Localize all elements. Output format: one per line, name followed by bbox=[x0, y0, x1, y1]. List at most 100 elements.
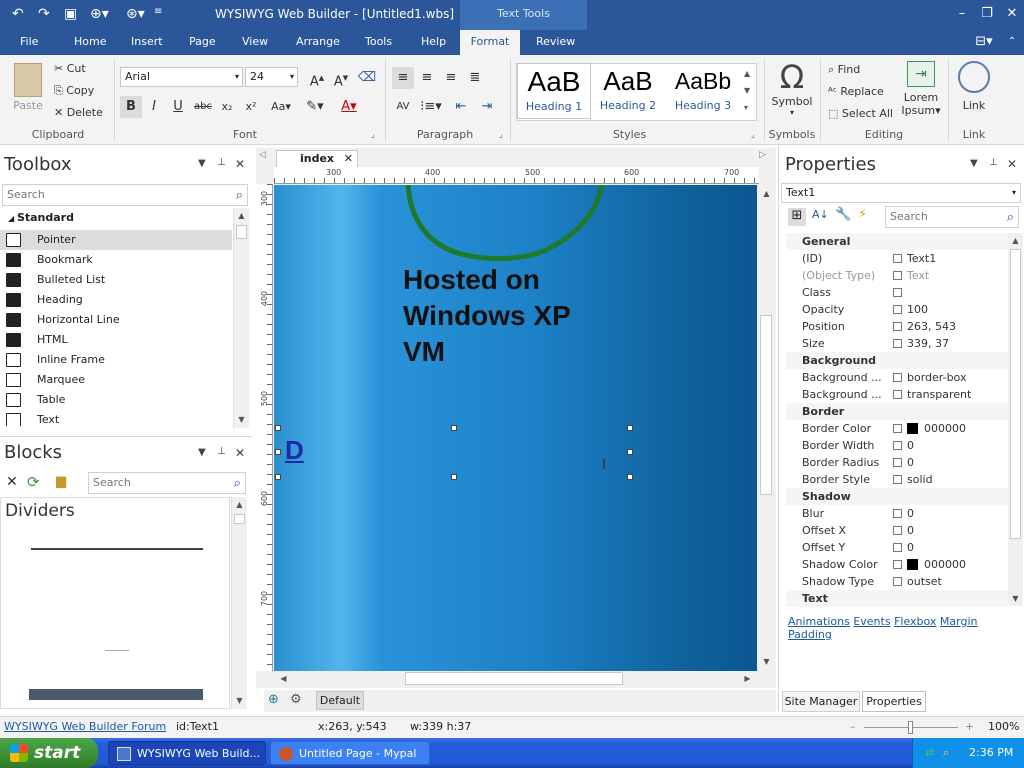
page-canvas[interactable]: Hosted on Windows XP VM D I bbox=[274, 185, 757, 671]
tab-home[interactable]: Home bbox=[64, 30, 116, 55]
blocks-category-dividers[interactable]: Dividers bbox=[5, 501, 75, 521]
toolbox-scrollbar[interactable]: ▲ ▼ bbox=[233, 208, 249, 428]
page-tab-default[interactable]: Default bbox=[316, 691, 364, 710]
object-select[interactable]: Text1 ▾ bbox=[781, 183, 1021, 203]
close-tab-icon[interactable]: ✕ bbox=[344, 151, 353, 167]
style-heading-1[interactable]: AaB Heading 1 bbox=[517, 63, 591, 119]
property-row[interactable]: Background ... transparent bbox=[786, 386, 1008, 403]
tab-format[interactable]: Format bbox=[460, 30, 520, 55]
property-row[interactable]: Class bbox=[786, 284, 1008, 301]
delete-button[interactable]: ✕ Delete bbox=[54, 106, 103, 119]
tab-page[interactable]: Page bbox=[179, 30, 226, 55]
align-center-icon[interactable]: ≡ bbox=[416, 67, 438, 89]
preview-icon[interactable]: ⊕▾ bbox=[90, 6, 109, 22]
link-animations[interactable]: Animations bbox=[788, 615, 850, 628]
save-icon[interactable]: ▣ bbox=[64, 6, 77, 22]
property-value[interactable]: 339, 37 bbox=[907, 335, 949, 352]
edit-box-icon[interactable] bbox=[893, 254, 902, 263]
search-tray-icon[interactable]: ⌕ bbox=[943, 738, 949, 768]
link-margin[interactable]: Margin bbox=[940, 615, 978, 628]
start-button[interactable]: start bbox=[0, 738, 98, 768]
color-swatch[interactable] bbox=[907, 559, 918, 570]
tab-site-manager[interactable]: Site Manager bbox=[782, 691, 860, 712]
toolbox-menu-icon[interactable]: ▼ bbox=[198, 158, 206, 169]
edit-box-icon[interactable] bbox=[893, 390, 902, 399]
style-heading-2[interactable]: AaB Heading 2 bbox=[591, 63, 665, 119]
wrench-icon[interactable]: 🔧 bbox=[835, 207, 851, 222]
font-size-select[interactable]: 24 ▾ bbox=[245, 67, 298, 87]
property-row[interactable]: Size 339, 37 bbox=[786, 335, 1008, 352]
lorem-ipsum-button[interactable]: ⇥ Lorem Ipsum▾ bbox=[900, 61, 942, 117]
paragraph-dialog-icon[interactable]: ⌟ bbox=[499, 130, 503, 139]
toolbox-item-bookmark[interactable]: Bookmark bbox=[0, 250, 232, 270]
decrease-indent-icon[interactable]: ⇤ bbox=[450, 96, 472, 118]
property-row[interactable]: Opacity 100 bbox=[786, 301, 1008, 318]
line-spacing-icon[interactable]: ⁝≡▾ bbox=[416, 96, 446, 118]
collapse-ribbon-icon[interactable]: ⌃ bbox=[1000, 32, 1024, 52]
toolbox-item-html[interactable]: HTML bbox=[0, 330, 232, 350]
tab-properties[interactable]: Properties bbox=[862, 691, 926, 712]
align-right-icon[interactable]: ≡ bbox=[440, 67, 462, 89]
change-case-button[interactable]: Aa▾ bbox=[267, 96, 295, 118]
sort-az-icon[interactable]: A↓ bbox=[812, 208, 829, 221]
increase-indent-icon[interactable]: ⇥ bbox=[476, 96, 498, 118]
close-icon[interactable]: ✕ bbox=[1000, 4, 1024, 24]
toolbox-item-horizontal-line[interactable]: Horizontal Line bbox=[0, 310, 232, 330]
categorized-icon[interactable]: ⊞ bbox=[788, 208, 806, 226]
edit-box-icon[interactable] bbox=[893, 509, 902, 518]
property-value[interactable]: Text bbox=[907, 267, 929, 284]
property-value[interactable]: transparent bbox=[907, 386, 971, 403]
resize-handle[interactable] bbox=[275, 425, 281, 431]
text1-object[interactable]: D bbox=[285, 435, 304, 466]
copy-button[interactable]: ⎘ Copy bbox=[54, 84, 94, 98]
edit-box-icon[interactable] bbox=[893, 339, 902, 348]
divider-preview-3[interactable] bbox=[29, 689, 203, 700]
lightning-icon[interactable]: ⚡ bbox=[858, 207, 867, 222]
customize-icon[interactable]: ≡ bbox=[154, 6, 162, 17]
justify-icon[interactable]: ≣ bbox=[464, 67, 486, 89]
blocks-pin-icon[interactable]: ⊥ bbox=[217, 446, 226, 457]
property-row[interactable]: Border Style solid bbox=[786, 471, 1008, 488]
blocks-menu-icon[interactable]: ▼ bbox=[198, 447, 206, 458]
cut-button[interactable]: ✂ Cut bbox=[54, 62, 86, 75]
align-left-icon[interactable]: ≡ bbox=[392, 67, 414, 89]
toolbox-item-inline-frame[interactable]: Inline Frame bbox=[0, 350, 232, 370]
toolbox-item-heading[interactable]: Heading bbox=[0, 290, 232, 310]
delete-block-icon[interactable]: ✕ bbox=[6, 474, 18, 490]
divider-preview-1[interactable] bbox=[31, 548, 203, 550]
tab-help[interactable]: Help bbox=[411, 30, 456, 55]
edit-box-icon[interactable] bbox=[893, 322, 902, 331]
tab-tools[interactable]: Tools bbox=[355, 30, 402, 55]
superscript-button[interactable]: x² bbox=[240, 96, 262, 118]
styles-dialog-icon[interactable]: ⌟ bbox=[751, 130, 755, 139]
property-value[interactable]: outset bbox=[907, 573, 942, 590]
property-category[interactable]: Background bbox=[786, 352, 1008, 369]
resize-handle[interactable] bbox=[451, 425, 457, 431]
letter-spacing-icon[interactable]: AV bbox=[392, 96, 414, 118]
resize-handle[interactable] bbox=[627, 474, 633, 480]
resize-handle[interactable] bbox=[275, 474, 281, 480]
toolbox-item-bulleted-list[interactable]: Bulleted List bbox=[0, 270, 232, 290]
resize-handle[interactable] bbox=[275, 449, 281, 455]
property-row[interactable]: Border Color 000000 bbox=[786, 420, 1008, 437]
edit-box-icon[interactable] bbox=[893, 271, 902, 280]
property-value[interactable]: 100 bbox=[907, 301, 928, 318]
edit-box-icon[interactable] bbox=[893, 526, 902, 535]
property-value[interactable]: 0 bbox=[907, 522, 914, 539]
page-settings-icon[interactable]: ⚙ bbox=[290, 692, 302, 707]
toolbox-close-icon[interactable]: ✕ bbox=[235, 157, 245, 171]
edit-box-icon[interactable] bbox=[893, 458, 902, 467]
zoom-out-icon[interactable]: – bbox=[850, 717, 856, 737]
property-value[interactable]: 0 bbox=[907, 437, 914, 454]
property-value[interactable]: border-box bbox=[907, 369, 966, 386]
network-icon[interactable]: ⇄ bbox=[925, 738, 934, 768]
drawn-shape[interactable] bbox=[274, 185, 757, 671]
toolbox-item-pointer[interactable]: Pointer bbox=[0, 230, 232, 250]
subscript-button[interactable]: x₂ bbox=[216, 96, 238, 118]
property-category[interactable]: Text bbox=[786, 590, 1008, 607]
blocks-scrollbar[interactable]: ▲ ▼ bbox=[231, 497, 247, 709]
tab-arrange[interactable]: Arrange bbox=[286, 30, 350, 55]
forum-link[interactable]: WYSIWYG Web Builder Forum bbox=[4, 717, 166, 737]
divider-preview-2[interactable] bbox=[105, 650, 129, 651]
edit-box-icon[interactable] bbox=[893, 475, 902, 484]
